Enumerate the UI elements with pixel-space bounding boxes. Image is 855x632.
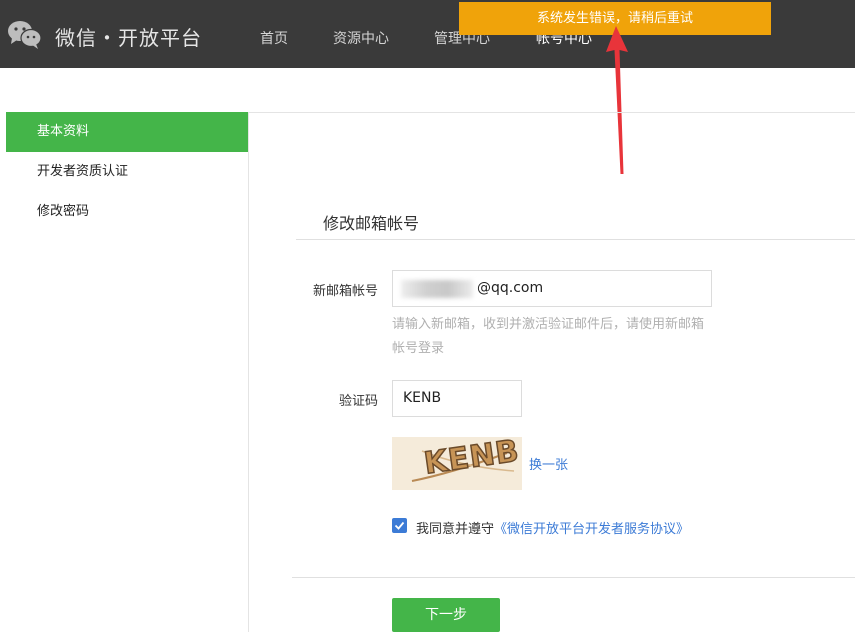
- page-title: 修改邮箱帐号: [323, 214, 420, 233]
- agreement-link[interactable]: 《微信开放平台开发者服务协议》: [494, 522, 689, 537]
- checkmark-icon: [394, 521, 405, 530]
- nav-item-resources[interactable]: 资源中心: [333, 28, 389, 48]
- sidebar-item-developer-certification[interactable]: 开发者资质认证: [6, 152, 248, 192]
- captcha-image[interactable]: KENB: [392, 437, 522, 490]
- title-divider: [296, 239, 855, 240]
- brand-title[interactable]: 微信・开放平台: [55, 22, 202, 51]
- agree-statement: 我同意并遵守《微信开放平台开发者服务协议》: [416, 518, 689, 537]
- email-input-value: @qq.com: [477, 280, 544, 296]
- next-step-button[interactable]: 下一步: [392, 598, 500, 632]
- sidebar: 基本资料 开发者资质认证 修改密码: [6, 112, 249, 632]
- sidebar-item-change-password[interactable]: 修改密码: [6, 192, 248, 232]
- wechat-logo-icon[interactable]: [6, 18, 42, 50]
- captcha-label: 验证码: [338, 394, 378, 409]
- agree-text: 我同意并遵守: [416, 522, 495, 537]
- sidebar-item-basic-info[interactable]: 基本资料: [6, 112, 248, 152]
- red-arrow-icon: [606, 26, 628, 174]
- form-divider: [292, 577, 855, 578]
- nav-item-home[interactable]: 首页: [260, 28, 288, 48]
- redacted-email-prefix: [401, 280, 473, 298]
- email-hint: 请输入新邮箱，收到并激活验证邮件后，请使用新邮箱帐号登录: [392, 317, 705, 356]
- captcha-input[interactable]: KENB: [392, 380, 522, 417]
- email-label: 新邮箱帐号: [312, 284, 378, 299]
- email-input[interactable]: @qq.com: [392, 270, 712, 307]
- refresh-captcha-link[interactable]: 换一张: [529, 454, 568, 473]
- agree-checkbox[interactable]: [392, 518, 407, 533]
